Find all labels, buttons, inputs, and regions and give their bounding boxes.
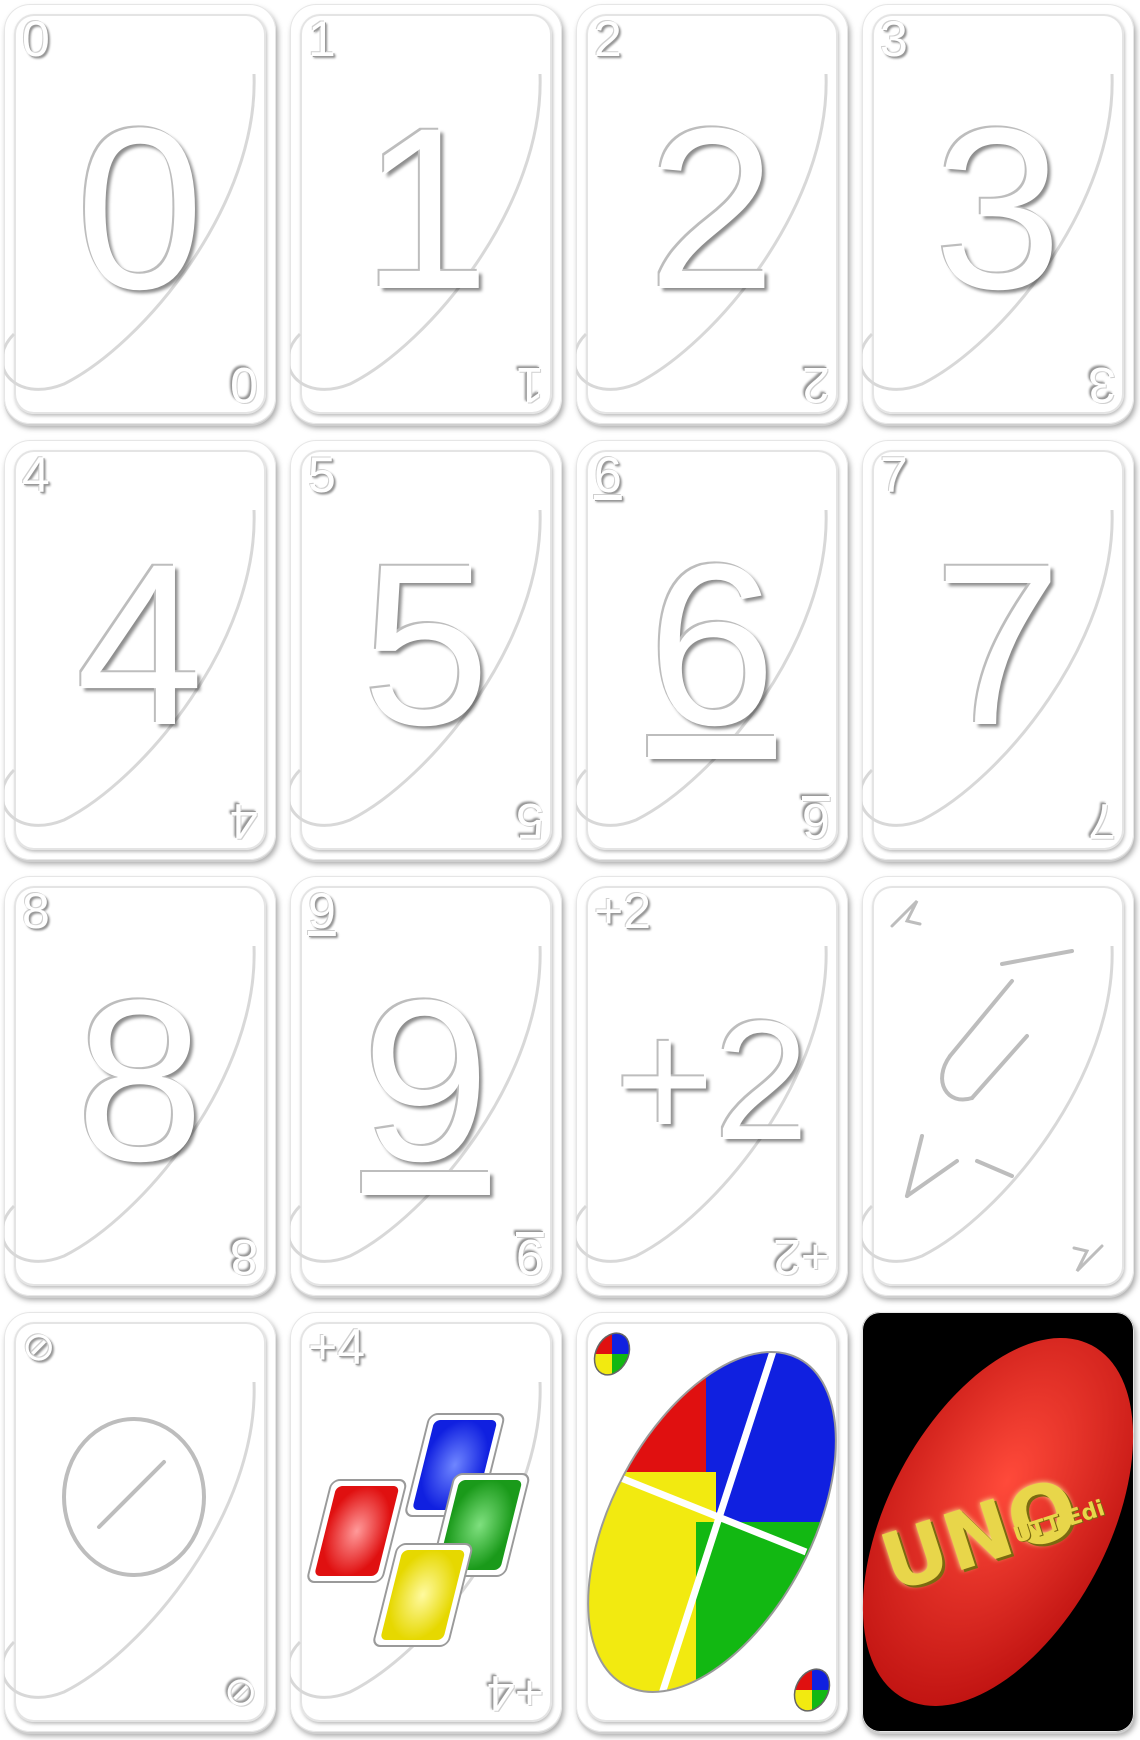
- card-reverse[interactable]: [862, 876, 1134, 1296]
- corner-value-bottom: 1: [516, 357, 544, 413]
- corner-value-bottom: 6: [802, 793, 830, 849]
- center-value: +2: [615, 986, 809, 1176]
- corner-value-top: +2: [594, 883, 652, 939]
- center-value: 4: [76, 516, 204, 773]
- card-3[interactable]: 3 3 3: [862, 4, 1134, 424]
- card-wild[interactable]: [576, 1312, 848, 1732]
- center-value: 8: [76, 952, 204, 1209]
- corner-value-top: 7: [880, 447, 908, 503]
- corner-value-top: 3: [880, 11, 908, 67]
- card-back[interactable]: UNO UTT Edi: [862, 1312, 1134, 1732]
- center-value: 9: [362, 952, 490, 1209]
- card-8[interactable]: 8 8 8: [4, 876, 276, 1296]
- card-1[interactable]: 1 1 1: [290, 4, 562, 424]
- card-2[interactable]: 2 2 2: [576, 4, 848, 424]
- card-4[interactable]: 4 4 4: [4, 440, 276, 860]
- corner-value-bottom: 9: [516, 1229, 544, 1285]
- center-value: 6: [648, 516, 776, 773]
- corner-value-bottom: +4: [486, 1665, 544, 1721]
- center-value: 1: [362, 80, 490, 337]
- corner-value-bottom: +2: [772, 1229, 830, 1285]
- center-value: 3: [934, 80, 1062, 337]
- corner-value-top: 9: [308, 883, 336, 939]
- corner-value-top: 2: [594, 11, 622, 67]
- center-value: 5: [362, 516, 490, 773]
- corner-value-bottom: 2: [802, 357, 830, 413]
- card-0[interactable]: 0 0 0: [4, 4, 276, 424]
- card-5[interactable]: 5 5 5: [290, 440, 562, 860]
- corner-value-bottom: 5: [516, 793, 544, 849]
- corner-value-bottom: 3: [1088, 357, 1116, 413]
- corner-value-top: 1: [308, 11, 336, 67]
- card-skip[interactable]: ⊘ ⊘: [4, 1312, 276, 1732]
- center-value: 0: [76, 80, 204, 337]
- card-draw-two[interactable]: +2 +2 +2: [576, 876, 848, 1296]
- card-7[interactable]: 7 7 7: [862, 440, 1134, 860]
- corner-value-bottom: 7: [1088, 793, 1116, 849]
- corner-value-bottom: ⊘: [224, 1671, 258, 1715]
- corner-value-top: 5: [308, 447, 336, 503]
- corner-value-top: 4: [22, 447, 50, 503]
- center-value: 7: [934, 516, 1062, 773]
- four-color-oval-icon: [576, 1312, 848, 1732]
- card-6[interactable]: 6 6 6: [576, 440, 848, 860]
- corner-value-bottom: 4: [230, 793, 258, 849]
- reverse-arrows-icon: [890, 899, 1104, 1273]
- corner-value-top: 8: [22, 883, 50, 939]
- center-value: 2: [648, 80, 776, 337]
- corner-value-bottom: 8: [230, 1229, 258, 1285]
- card-9[interactable]: 9 9 9: [290, 876, 562, 1296]
- corner-value-top: 6: [594, 447, 622, 503]
- corner-value-top: 0: [22, 11, 50, 67]
- corner-value-bottom: 0: [230, 357, 258, 413]
- card-wild-draw-four[interactable]: +4 +4: [290, 1312, 562, 1732]
- uno-card-sheet: 0 0 0 1 1 1 2 2 2 3 3 3 4 4 4 5 5 5 6 6 …: [0, 0, 1140, 1740]
